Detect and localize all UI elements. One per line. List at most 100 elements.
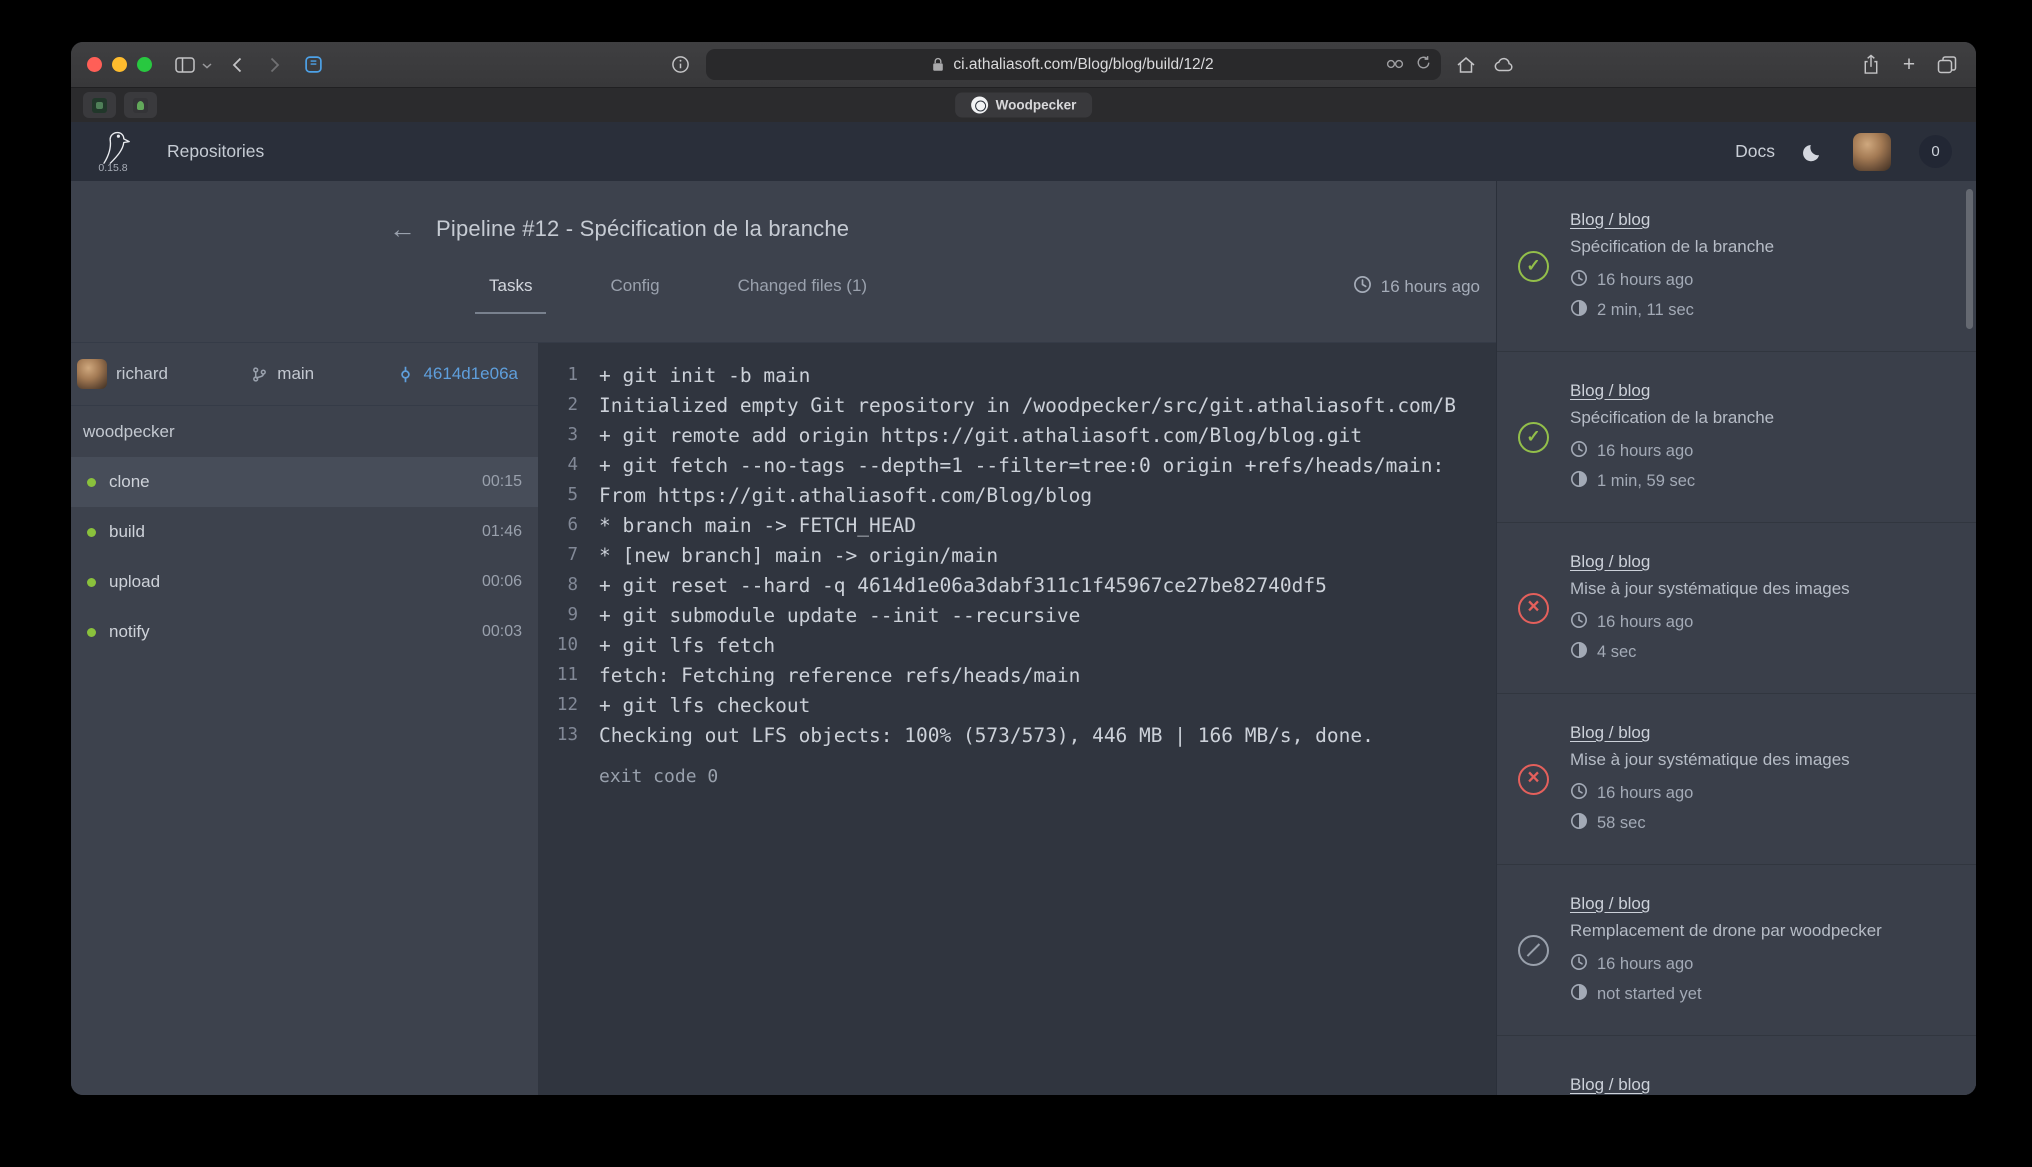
skipped-slash-icon [1527, 943, 1541, 957]
log-line-number: 13 [538, 725, 578, 745]
clock-icon [1570, 269, 1588, 292]
notification-badge[interactable]: 0 [1919, 135, 1952, 168]
clock-icon [1353, 275, 1372, 299]
cloud-icon[interactable] [1491, 51, 1517, 79]
chevron-down-icon[interactable] [202, 56, 212, 74]
log-line-text: Checking out LFS objects: 100% (573/573)… [578, 724, 1374, 747]
pipeline-step[interactable]: build 01:46 [71, 507, 538, 557]
active-tab-title: Woodpecker [996, 98, 1077, 113]
browser-window: ci.athaliasoft.com/Blog/blog/build/12/2 [71, 42, 1976, 1095]
log-line-text: * branch main -> FETCH_HEAD [578, 514, 916, 537]
privacy-report-icon[interactable] [668, 51, 694, 79]
build-entry[interactable]: Blog / blog Mise à jour systématique des… [1497, 694, 1976, 865]
home-icon[interactable] [1453, 51, 1479, 79]
back-arrow-icon[interactable] [389, 214, 416, 244]
log-output: 1 + git init -b main 2 Initialized empty… [538, 343, 1496, 1095]
step-duration: 00:15 [482, 473, 522, 491]
build-time: 16 hours ago [1570, 269, 1962, 292]
log-line-number: 11 [538, 665, 578, 685]
build-repo-link[interactable]: Blog / blog [1570, 210, 1650, 229]
woodpecker-favicon [971, 97, 988, 114]
docs-link[interactable]: Docs [1735, 141, 1775, 162]
build-time: 16 hours ago [1570, 953, 1962, 976]
check-icon [1526, 427, 1540, 447]
log-line-text: Initialized empty Git repository in /woo… [578, 394, 1456, 417]
build-entry[interactable]: Blog / blog Mise à jour systématique des… [1497, 523, 1976, 694]
build-repo-link[interactable]: Blog / blog [1570, 381, 1650, 400]
build-status-icon [1518, 251, 1549, 282]
pipeline-main: Pipeline #12 - Spécification de la branc… [71, 181, 1496, 1095]
website-settings-icon[interactable] [1386, 56, 1404, 74]
forward-button[interactable] [262, 51, 288, 79]
pipeline-tab[interactable]: Changed files (1) [724, 275, 881, 314]
log-line: 1 + git init -b main [538, 360, 1496, 390]
sidebar-scrollbar[interactable] [1966, 189, 1973, 329]
window-controls [87, 57, 152, 72]
tab-overview-icon[interactable] [1934, 51, 1960, 79]
log-line-text: + git fetch --no-tags --depth=1 --filter… [578, 454, 1444, 477]
close-window-button[interactable] [87, 57, 102, 72]
pipeline-header: Pipeline #12 - Spécification de la branc… [71, 181, 1496, 343]
user-avatar[interactable] [1853, 133, 1891, 171]
pipeline-step[interactable]: notify 00:03 [71, 607, 538, 657]
pipeline-tab[interactable]: Tasks [475, 275, 546, 314]
log-line: 5 From https://git.athaliasoft.com/Blog/… [538, 480, 1496, 510]
back-button[interactable] [224, 51, 250, 79]
step-duration: 01:46 [482, 523, 522, 541]
clock-icon [1570, 440, 1588, 463]
pipeline-title: Pipeline #12 - Spécification de la branc… [436, 211, 849, 247]
git-commit-icon [397, 366, 414, 383]
build-message: Spécification de la branche [1570, 408, 1962, 428]
build-repo-link[interactable]: Blog / blog [1570, 1075, 1650, 1094]
pinned-tab-2[interactable] [124, 92, 157, 118]
dark-mode-toggle-icon[interactable] [1803, 141, 1825, 163]
build-repo-link[interactable]: Blog / blog [1570, 552, 1650, 571]
log-line: 11 fetch: Fetching reference refs/heads/… [538, 660, 1496, 690]
build-entry[interactable]: Blog / blog Remplacement de drone par wo… [1497, 865, 1976, 1036]
log-line-text: + git init -b main [578, 364, 810, 387]
log-line-number: 9 [538, 605, 578, 625]
build-message: Remplacement de drone par woodpecker [1570, 921, 1962, 941]
zoom-window-button[interactable] [137, 57, 152, 72]
minimize-window-button[interactable] [112, 57, 127, 72]
pinned-tab-1[interactable] [83, 92, 116, 118]
step-name: clone [109, 472, 469, 492]
pipeline-step[interactable]: upload 00:06 [71, 557, 538, 607]
sidebar-toggle-icon[interactable] [172, 51, 198, 79]
log-line: 12 + git lfs checkout [538, 690, 1496, 720]
log-line-number: 5 [538, 485, 578, 505]
step-name: notify [109, 622, 469, 642]
step-status-dot [87, 578, 96, 587]
commit-meta-row: richard main [71, 343, 538, 406]
share-icon[interactable] [1858, 51, 1884, 79]
pipeline-tab[interactable]: Config [596, 275, 673, 314]
pipeline-step[interactable]: clone 00:15 [71, 457, 538, 507]
start-page-icon[interactable] [300, 51, 326, 79]
nav-repositories[interactable]: Repositories [167, 141, 264, 162]
address-bar[interactable]: ci.athaliasoft.com/Blog/blog/build/12/2 [706, 49, 1441, 80]
build-repo-link[interactable]: Blog / blog [1570, 894, 1650, 913]
reload-icon[interactable] [1416, 55, 1431, 75]
commit-link[interactable]: 4614d1e06a [397, 364, 518, 384]
build-message: Spécification de la branche [1570, 237, 1962, 257]
log-line: 9 + git submodule update --init --recurs… [538, 600, 1496, 630]
step-list: clone 00:15 build 01:46 upload [71, 457, 538, 657]
log-line: 2 Initialized empty Git repository in /w… [538, 390, 1496, 420]
build-entry[interactable]: Blog / blog Spécification de la branche … [1497, 181, 1976, 352]
log-line-number: 1 [538, 365, 578, 385]
step-duration: 00:06 [482, 573, 522, 591]
timer-icon [1570, 299, 1588, 322]
build-repo-link[interactable]: Blog / blog [1570, 723, 1650, 742]
step-status-dot [87, 628, 96, 637]
active-tab[interactable]: Woodpecker [955, 93, 1093, 118]
cross-icon [1527, 766, 1539, 790]
clock-icon [1570, 953, 1588, 976]
new-tab-button[interactable] [1896, 51, 1922, 79]
build-status-icon [1518, 935, 1549, 966]
build-entry[interactable]: Blog / blog Spécification de la branche … [1497, 352, 1976, 523]
build-entry[interactable]: Blog / blog [1497, 1036, 1976, 1095]
woodpecker-logo[interactable]: 0.15.8 [95, 129, 131, 174]
browser-toolbar: ci.athaliasoft.com/Blog/blog/build/12/2 [71, 42, 1976, 87]
build-duration: 2 min, 11 sec [1570, 299, 1962, 322]
log-line-number: 2 [538, 395, 578, 415]
